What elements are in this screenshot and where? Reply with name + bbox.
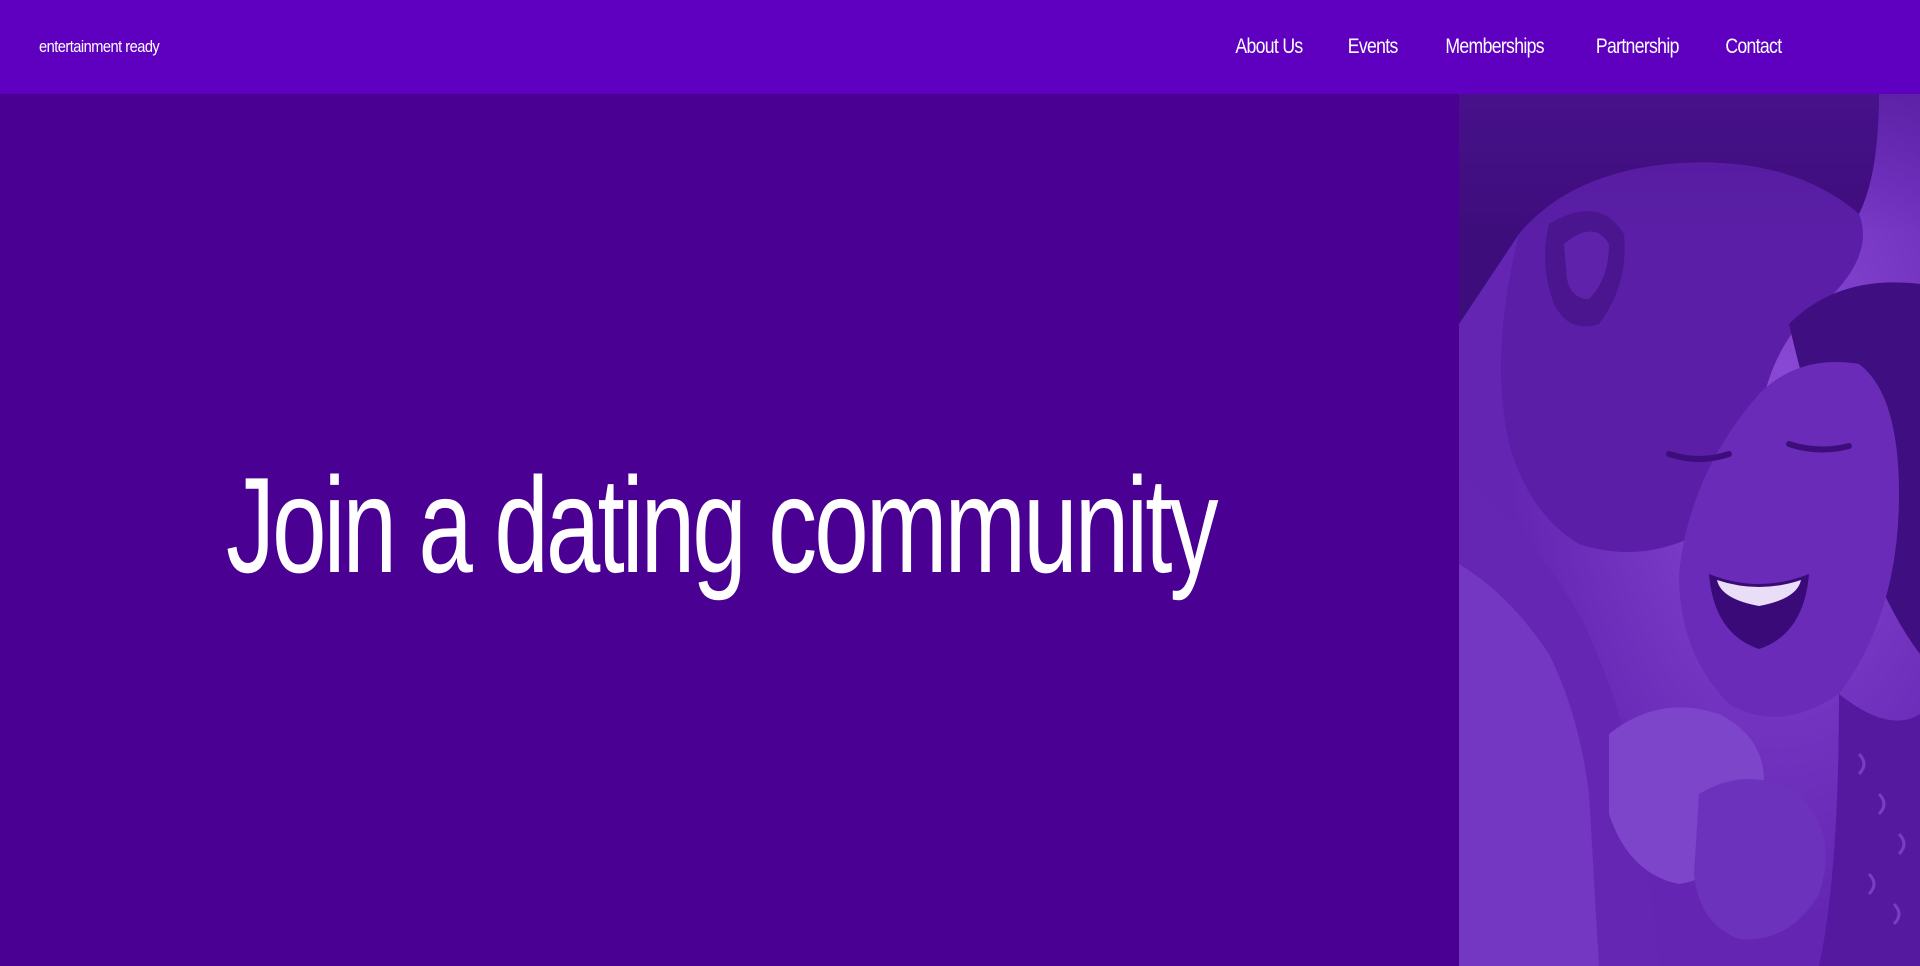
nav-about-us[interactable]: About Us	[1235, 35, 1303, 59]
hero-title: Join a dating community	[226, 449, 1219, 601]
hero-photo	[1459, 94, 1920, 966]
site-header: entertainment ready About Us Events Memb…	[0, 0, 1920, 94]
nav-memberships[interactable]: Memberships	[1446, 35, 1545, 59]
couple-photo-illustration	[1459, 94, 1920, 966]
nav-events[interactable]: Events	[1348, 35, 1399, 59]
nav-partnership[interactable]: Partnership	[1596, 35, 1679, 59]
hero-section: Join a dating community	[0, 94, 1459, 966]
page: entertainment ready About Us Events Memb…	[0, 0, 1920, 966]
nav-contact[interactable]: Contact	[1726, 35, 1783, 59]
site-logo[interactable]: entertainment ready	[39, 37, 160, 57]
main-nav: About Us Events Memberships Partnership …	[1229, 35, 1787, 59]
